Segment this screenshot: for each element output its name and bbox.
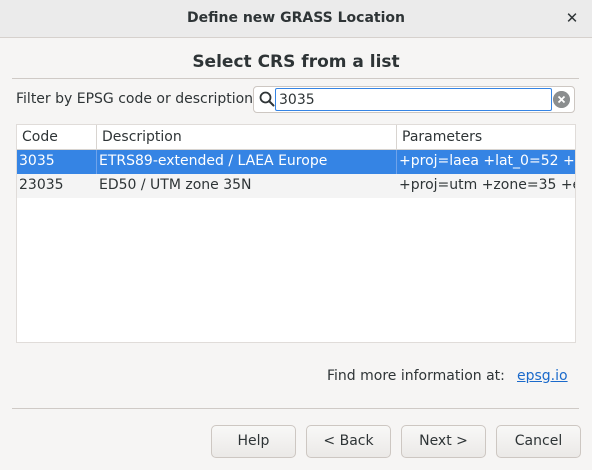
column-header-description[interactable]: Description [97,125,397,150]
crs-table[interactable]: Code Description Parameters 3035 ETRS89-… [16,124,576,343]
help-button[interactable]: Help [211,425,296,458]
cell-code: 3035 [17,150,97,174]
buttons-divider [12,408,579,409]
cell-description: ETRS89-extended / LAEA Europe [97,150,397,174]
table-header: Code Description Parameters [17,125,575,150]
info-label: Find more information at: [327,368,505,384]
cell-parameters: +proj=laea +lat_0=52 +lon_0=10 +x_0=4321… [399,153,575,169]
heading-divider [12,78,579,79]
cell-description: ED50 / UTM zone 35N [99,177,252,193]
table-row[interactable]: 23035 ED50 / UTM zone 35N +proj=utm +zon… [17,174,575,198]
title-bar: Define new GRASS Location ✕ [0,0,592,38]
search-icon [259,91,275,107]
column-header-parameters[interactable]: Parameters [397,125,575,150]
page-title: Select CRS from a list [192,52,400,72]
epsg-link[interactable]: epsg.io [517,368,568,384]
table-row[interactable]: 3035 ETRS89-extended / LAEA Europe +proj… [17,150,575,174]
back-button[interactable]: < Back [306,425,391,458]
close-icon[interactable]: ✕ [562,8,582,28]
cell-code: 23035 [19,177,64,193]
next-button[interactable]: Next > [401,425,486,458]
cell-parameters: +proj=utm +zone=35 +ellps=intl +towgs84=… [399,177,575,193]
cancel-button[interactable]: Cancel [496,425,581,458]
column-header-code[interactable]: Code [17,125,97,150]
window-title: Define new GRASS Location [187,10,405,26]
filter-label: Filter by EPSG code or description: [16,91,258,107]
search-field[interactable] [253,86,575,113]
clear-icon[interactable] [553,91,570,108]
search-input[interactable] [275,88,552,111]
